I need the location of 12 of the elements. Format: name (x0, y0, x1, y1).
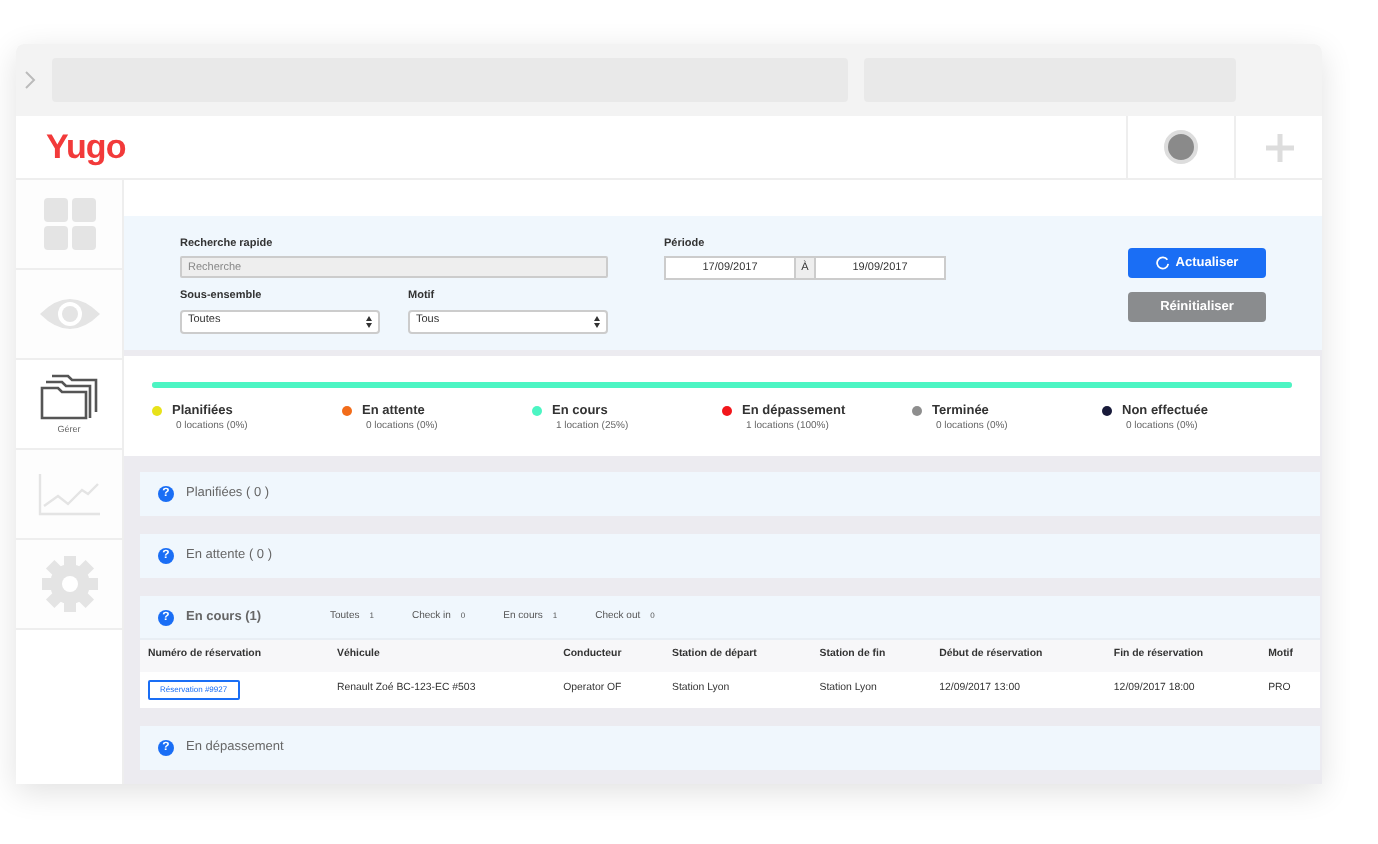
sort-caret-icon (366, 315, 372, 327)
refresh-icon (1155, 256, 1170, 270)
sort-caret-icon (594, 315, 600, 327)
plus-icon[interactable] (1263, 131, 1295, 163)
line-chart-icon (37, 472, 101, 516)
brand-logo[interactable]: Yugo (46, 121, 1126, 173)
eye-icon (37, 296, 101, 332)
settings-icon (41, 556, 97, 612)
grid-icon (43, 198, 95, 250)
folders-icon (39, 371, 99, 420)
avatar[interactable] (1164, 130, 1198, 164)
forward-chevron-icon[interactable] (24, 70, 36, 90)
